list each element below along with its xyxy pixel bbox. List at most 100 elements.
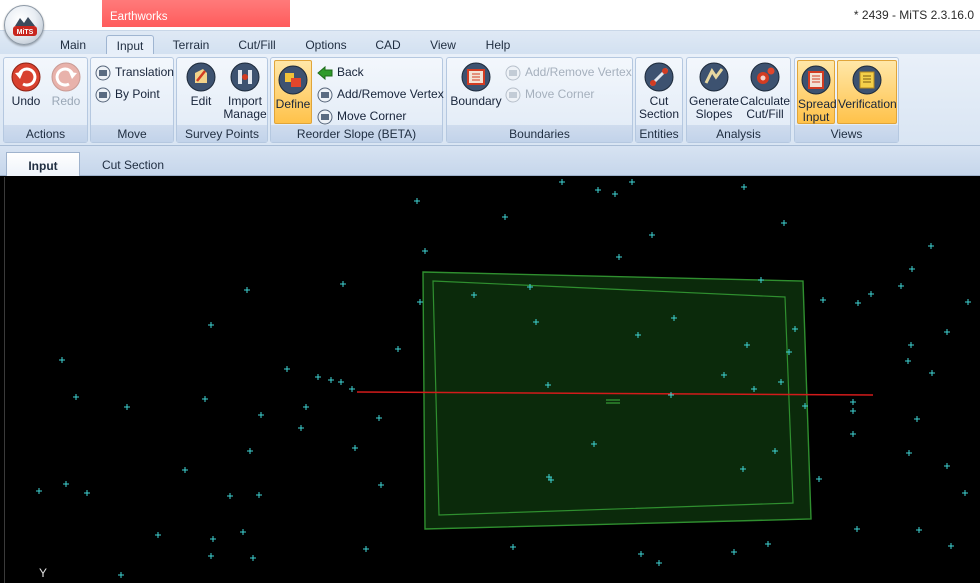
tab-options[interactable]: Options: [298, 35, 354, 55]
survey-point-marker[interactable]: [965, 299, 971, 305]
survey-point-marker[interactable]: [612, 191, 618, 197]
survey-point-marker[interactable]: [210, 536, 216, 542]
survey-point-marker[interactable]: [914, 416, 920, 422]
tab-cut-section-view[interactable]: Cut Section: [92, 152, 174, 176]
redo-button[interactable]: Redo: [48, 61, 84, 108]
survey-point-marker[interactable]: [227, 493, 233, 499]
survey-point-marker[interactable]: [731, 549, 737, 555]
tab-terrain[interactable]: Terrain: [166, 35, 216, 55]
survey-point-marker[interactable]: [649, 232, 655, 238]
survey-point-marker[interactable]: [948, 543, 954, 549]
survey-point-marker[interactable]: [202, 396, 208, 402]
survey-point-marker[interactable]: [349, 386, 355, 392]
survey-point-marker[interactable]: [208, 553, 214, 559]
survey-point-marker[interactable]: [118, 572, 124, 578]
survey-point-marker[interactable]: [303, 404, 309, 410]
survey-point-marker[interactable]: [868, 291, 874, 297]
survey-point-marker[interactable]: [850, 399, 856, 405]
survey-point-marker[interactable]: [363, 546, 369, 552]
survey-point-marker[interactable]: [595, 187, 601, 193]
cad-view[interactable]: Y: [5, 177, 980, 583]
edit-button[interactable]: Edit: [181, 61, 221, 108]
tab-view[interactable]: View: [422, 35, 464, 55]
survey-point-marker[interactable]: [820, 297, 826, 303]
survey-point-marker[interactable]: [905, 358, 911, 364]
survey-point-marker[interactable]: [73, 394, 79, 400]
survey-point-marker[interactable]: [638, 551, 644, 557]
survey-point-marker[interactable]: [854, 526, 860, 532]
survey-point-marker[interactable]: [376, 415, 382, 421]
spread-input-button[interactable]: Spread Input: [797, 60, 837, 124]
survey-point-marker[interactable]: [36, 488, 42, 494]
survey-point-marker[interactable]: [298, 425, 304, 431]
survey-point-marker[interactable]: [340, 281, 346, 287]
verification-button[interactable]: Verification: [837, 60, 897, 124]
survey-point-marker[interactable]: [352, 445, 358, 451]
application-menu-orb[interactable]: MiTS: [4, 5, 44, 45]
survey-point-marker[interactable]: [855, 300, 861, 306]
reorder-move-corner-button[interactable]: Move Corner: [317, 108, 406, 126]
survey-point-marker[interactable]: [928, 243, 934, 249]
survey-point-marker[interactable]: [422, 248, 428, 254]
survey-point-marker[interactable]: [155, 532, 161, 538]
tab-main[interactable]: Main: [52, 35, 94, 55]
tab-cad[interactable]: CAD: [368, 35, 408, 55]
define-button[interactable]: Define: [274, 60, 312, 124]
survey-point-marker[interactable]: [944, 463, 950, 469]
survey-point-marker[interactable]: [395, 346, 401, 352]
survey-point-marker[interactable]: [741, 184, 747, 190]
survey-point-marker[interactable]: [944, 329, 950, 335]
by-point-button[interactable]: By Point: [95, 86, 160, 104]
survey-point-marker[interactable]: [908, 342, 914, 348]
survey-point-marker[interactable]: [816, 476, 822, 482]
survey-point-marker[interactable]: [256, 492, 262, 498]
boundary-add-remove-vertex-button[interactable]: Add/Remove Vertex: [505, 64, 632, 82]
translation-button[interactable]: Translation: [95, 64, 174, 82]
survey-point-marker[interactable]: [898, 283, 904, 289]
survey-point-marker[interactable]: [765, 541, 771, 547]
boundary-button[interactable]: Boundary: [450, 61, 502, 108]
survey-point-marker[interactable]: [656, 560, 662, 566]
survey-point-marker[interactable]: [502, 214, 508, 220]
tab-cut-fill[interactable]: Cut/Fill: [230, 35, 284, 55]
survey-point-marker[interactable]: [328, 377, 334, 383]
cut-section-button[interactable]: Cut Section: [638, 61, 680, 121]
survey-point-marker[interactable]: [629, 179, 635, 185]
survey-point-marker[interactable]: [250, 555, 256, 561]
survey-point-marker[interactable]: [850, 408, 856, 414]
tab-input-view[interactable]: Input: [6, 152, 80, 176]
undo-button[interactable]: Undo: [8, 61, 44, 108]
survey-point-marker[interactable]: [63, 481, 69, 487]
survey-point-marker[interactable]: [850, 431, 856, 437]
survey-point-marker[interactable]: [378, 482, 384, 488]
survey-point-marker[interactable]: [417, 299, 423, 305]
tab-input[interactable]: Input: [106, 35, 154, 55]
survey-point-marker[interactable]: [208, 322, 214, 328]
boundary-move-corner-button[interactable]: Move Corner: [505, 86, 594, 104]
calculate-cut-fill-button[interactable]: Calculate Cut/Fill: [740, 61, 790, 121]
survey-point-marker[interactable]: [559, 179, 565, 185]
survey-point-marker[interactable]: [315, 374, 321, 380]
survey-point-marker[interactable]: [906, 450, 912, 456]
survey-point-marker[interactable]: [240, 529, 246, 535]
survey-point-marker[interactable]: [59, 357, 65, 363]
survey-point-marker[interactable]: [414, 198, 420, 204]
drawing-canvas[interactable]: Y: [4, 177, 980, 583]
survey-point-marker[interactable]: [916, 527, 922, 533]
import-manage-button[interactable]: Import Manage: [223, 61, 267, 121]
survey-point-marker[interactable]: [616, 254, 622, 260]
survey-point-marker[interactable]: [909, 266, 915, 272]
reorder-add-remove-vertex-button[interactable]: Add/Remove Vertex: [317, 86, 444, 104]
survey-point-marker[interactable]: [258, 412, 264, 418]
back-button[interactable]: Back: [317, 64, 364, 82]
generate-slopes-button[interactable]: Generate Slopes: [689, 61, 739, 121]
survey-point-marker[interactable]: [338, 379, 344, 385]
survey-point-marker[interactable]: [182, 467, 188, 473]
survey-point-marker[interactable]: [929, 370, 935, 376]
survey-point-marker[interactable]: [781, 220, 787, 226]
survey-point-marker[interactable]: [84, 490, 90, 496]
tab-help[interactable]: Help: [478, 35, 518, 55]
survey-point-marker[interactable]: [244, 287, 250, 293]
survey-point-marker[interactable]: [284, 366, 290, 372]
survey-point-marker[interactable]: [247, 448, 253, 454]
